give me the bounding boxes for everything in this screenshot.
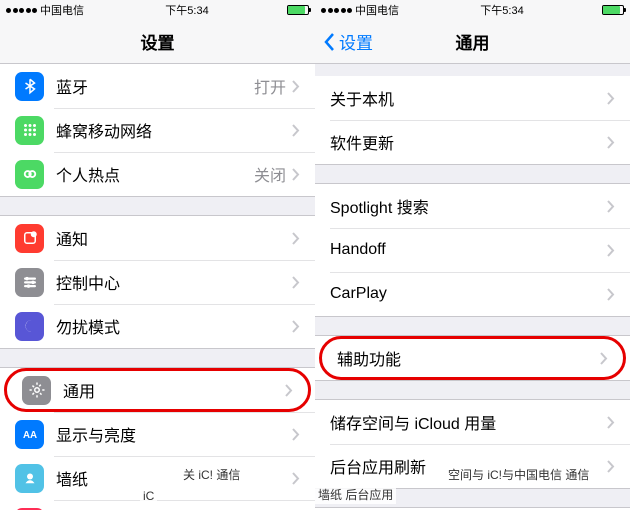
row-label: 通用	[63, 378, 285, 402]
hotspot-icon	[15, 160, 44, 189]
display-icon: AA	[15, 420, 44, 449]
row-carplay[interactable]: CarPlay	[315, 272, 630, 316]
chevron-right-icon	[607, 92, 615, 105]
row-label: 勿扰模式	[56, 314, 292, 338]
notifications-icon	[15, 224, 44, 253]
cellular-icon	[15, 116, 44, 145]
row-label: 通知	[56, 226, 292, 250]
row-display[interactable]: AA 显示与亮度	[0, 412, 315, 456]
chevron-right-icon	[607, 244, 615, 257]
row-label: CarPlay	[330, 285, 607, 303]
carrier-label: 中国电信	[355, 2, 399, 18]
chevron-right-icon	[292, 232, 300, 245]
chevron-right-icon	[607, 460, 615, 473]
chevron-right-icon	[285, 384, 293, 397]
chevron-right-icon	[292, 168, 300, 181]
group-notifications: 通知 控制中心 勿扰模式	[0, 215, 315, 349]
group-about: 关于本机 软件更新	[315, 76, 630, 165]
row-notifications[interactable]: 通知	[0, 216, 315, 260]
row-storage[interactable]: 储存空间与 iCloud 用量	[315, 400, 630, 444]
group-services: Spotlight 搜索 Handoff CarPlay	[315, 183, 630, 317]
row-handoff[interactable]: Handoff	[315, 228, 630, 272]
control-center-icon	[15, 268, 44, 297]
row-label: 软件更新	[330, 130, 607, 154]
row-cellular[interactable]: 蜂窝移动网络	[0, 108, 315, 152]
battery-icon	[287, 5, 309, 15]
row-bluetooth[interactable]: 蓝牙 打开	[0, 64, 315, 108]
chevron-right-icon	[607, 200, 615, 213]
clock-label: 下午5:34	[480, 2, 523, 18]
row-label: Handoff	[330, 241, 607, 259]
row-label: Spotlight 搜索	[330, 194, 607, 218]
row-label: 控制中心	[56, 270, 292, 294]
page-title: 设置	[141, 29, 175, 54]
row-label: 储存空间与 iCloud 用量	[330, 410, 607, 434]
status-bar: 中国电信 下午5:34	[0, 0, 315, 20]
row-label: 蓝牙	[56, 74, 254, 98]
group-general: 通用 AA 显示与亮度 墙纸 声音	[0, 367, 315, 510]
row-label: 后台应用刷新	[330, 454, 607, 478]
chevron-right-icon	[292, 472, 300, 485]
row-label: 墙纸	[56, 466, 292, 490]
signal-dots-icon	[6, 8, 37, 13]
svg-text:AA: AA	[22, 430, 36, 441]
general-icon	[22, 376, 51, 405]
chevron-right-icon	[607, 288, 615, 301]
row-label: 显示与亮度	[56, 422, 292, 446]
row-sound[interactable]: 声音	[0, 500, 315, 510]
signal-dots-icon	[321, 8, 352, 13]
chevron-right-icon	[292, 428, 300, 441]
row-wallpaper[interactable]: 墙纸	[0, 456, 315, 500]
dnd-icon	[15, 312, 44, 341]
clock-label: 下午5:34	[165, 2, 208, 18]
row-spotlight[interactable]: Spotlight 搜索	[315, 184, 630, 228]
row-accessibility[interactable]: 辅助功能	[319, 336, 626, 380]
chevron-right-icon	[292, 124, 300, 137]
nav-bar: 设置	[0, 20, 315, 64]
chevron-right-icon	[600, 352, 608, 365]
row-value: 打开	[254, 74, 286, 98]
battery-icon	[602, 5, 624, 15]
back-button[interactable]: 设置	[323, 29, 373, 54]
wallpaper-icon	[15, 464, 44, 493]
group-connectivity: 蓝牙 打开 蜂窝移动网络 个人热点 关闭	[0, 64, 315, 197]
phone-settings: 中国电信 下午5:34 设置 蓝牙 打开 蜂窝移动网络	[0, 0, 315, 510]
row-about[interactable]: 关于本机	[315, 76, 630, 120]
page-title: 通用	[456, 29, 490, 54]
row-background-refresh[interactable]: 后台应用刷新	[315, 444, 630, 488]
chevron-right-icon	[607, 416, 615, 429]
phone-general: 中国电信 下午5:34 设置 通用 关于本机 软件更新 Spotlight 搜索	[315, 0, 630, 510]
nav-bar: 设置 通用	[315, 20, 630, 64]
row-hotspot[interactable]: 个人热点 关闭	[0, 152, 315, 196]
status-bar: 中国电信 下午5:34	[315, 0, 630, 20]
chevron-right-icon	[607, 136, 615, 149]
chevron-right-icon	[292, 320, 300, 333]
row-general[interactable]: 通用	[4, 368, 311, 412]
row-label: 关于本机	[330, 86, 607, 110]
row-label: 辅助功能	[337, 346, 600, 370]
carrier-label: 中国电信	[40, 2, 84, 18]
row-label: 个人热点	[56, 162, 254, 186]
bluetooth-icon	[15, 72, 44, 101]
row-control-center[interactable]: 控制中心	[0, 260, 315, 304]
back-label: 设置	[339, 29, 373, 54]
row-label: 蜂窝移动网络	[56, 118, 292, 142]
group-accessibility: 辅助功能	[315, 335, 630, 381]
row-value: 关闭	[254, 162, 286, 186]
row-dnd[interactable]: 勿扰模式	[0, 304, 315, 348]
row-software-update[interactable]: 软件更新	[315, 120, 630, 164]
chevron-right-icon	[292, 80, 300, 93]
chevron-right-icon	[292, 276, 300, 289]
group-storage: 储存空间与 iCloud 用量 后台应用刷新	[315, 399, 630, 489]
